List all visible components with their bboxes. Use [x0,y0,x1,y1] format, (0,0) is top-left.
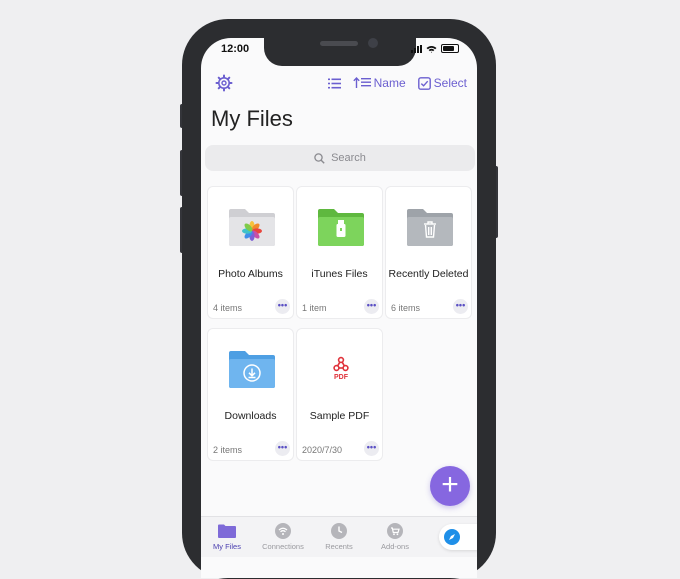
compass-icon [444,529,460,545]
file-name: Recently Deleted [388,268,469,280]
phone-screen: 12:00 Name Select My Files Search Photo … [201,38,477,578]
signal-icon [411,44,422,53]
pdf-badge-text: PDF [334,374,349,381]
clock-icon [331,523,347,539]
more-options-button[interactable]: ••• [364,441,379,456]
more-options-button[interactable]: ••• [275,299,290,314]
file-name: Photo Albums [218,268,283,280]
pdf-icon: PDF [333,356,349,381]
search-placeholder: Search [331,152,366,164]
wifi-status-icon [426,45,437,53]
download-folder-icon [229,351,275,388]
more-options-button[interactable]: ••• [453,299,468,314]
tab-label: My Files [213,542,241,551]
front-camera [368,38,378,48]
more-options-button[interactable]: ••• [275,441,290,456]
battery-icon [441,44,459,53]
file-meta: 2020/7/30 [302,445,343,455]
speaker [320,41,358,46]
sort-label: Name [373,76,406,90]
browser-shortcut-button[interactable] [439,524,477,550]
notch [264,38,416,66]
photos-folder-icon [229,209,275,246]
tab-recents[interactable]: Recents [309,523,369,551]
file-card-recently-deleted[interactable]: Recently Deleted 6 items ••• [385,186,472,319]
sort-button[interactable]: Name [352,76,406,90]
toolbar-actions: Name Select [327,76,467,90]
file-name: Sample PDF [309,410,370,422]
checkbox-icon [417,76,431,90]
usb-folder-icon [318,209,364,246]
page-title: My Files [211,106,293,131]
more-options-button[interactable]: ••• [364,299,379,314]
file-name: iTunes Files [311,268,368,280]
file-meta: 4 items [213,303,243,313]
trash-folder-icon [407,209,453,246]
file-card-downloads[interactable]: Downloads 2 items ••• [207,328,294,461]
add-button[interactable]: + [430,466,470,506]
file-meta: 6 items [391,303,421,313]
cart-icon [387,523,403,539]
select-label: Select [433,76,467,90]
file-card-sample-pdf[interactable]: PDF Sample PDF 2020/7/30 ••• [296,328,383,461]
file-card-itunes-files[interactable]: iTunes Files 1 item ••• [296,186,383,319]
list-view-icon[interactable] [327,78,341,89]
status-time: 12:00 [221,43,250,55]
file-name: Downloads [224,410,277,422]
search-icon [314,152,325,164]
file-meta: 1 item [302,303,327,313]
file-meta: 2 items [213,445,243,455]
select-button[interactable]: Select [417,76,467,90]
wifi-icon [275,523,291,539]
folder-icon [218,524,236,538]
tab-label: Connections [262,542,304,551]
gear-icon[interactable] [215,74,233,92]
toolbar: Name Select [201,73,477,95]
tab-label: Recents [325,542,353,551]
file-card-photo-albums[interactable]: Photo Albums 4 items ••• [207,186,294,319]
tab-add-ons[interactable]: Add-ons [365,523,425,551]
tab-my-files[interactable]: My Files [201,523,257,551]
tab-connections[interactable]: Connections [253,523,313,551]
status-icons [411,44,459,53]
search-input[interactable]: Search [205,145,475,171]
tab-label: Add-ons [381,542,409,551]
sort-icon [352,77,371,88]
tab-bar: My Files Connections Recents Add-ons [201,516,477,557]
